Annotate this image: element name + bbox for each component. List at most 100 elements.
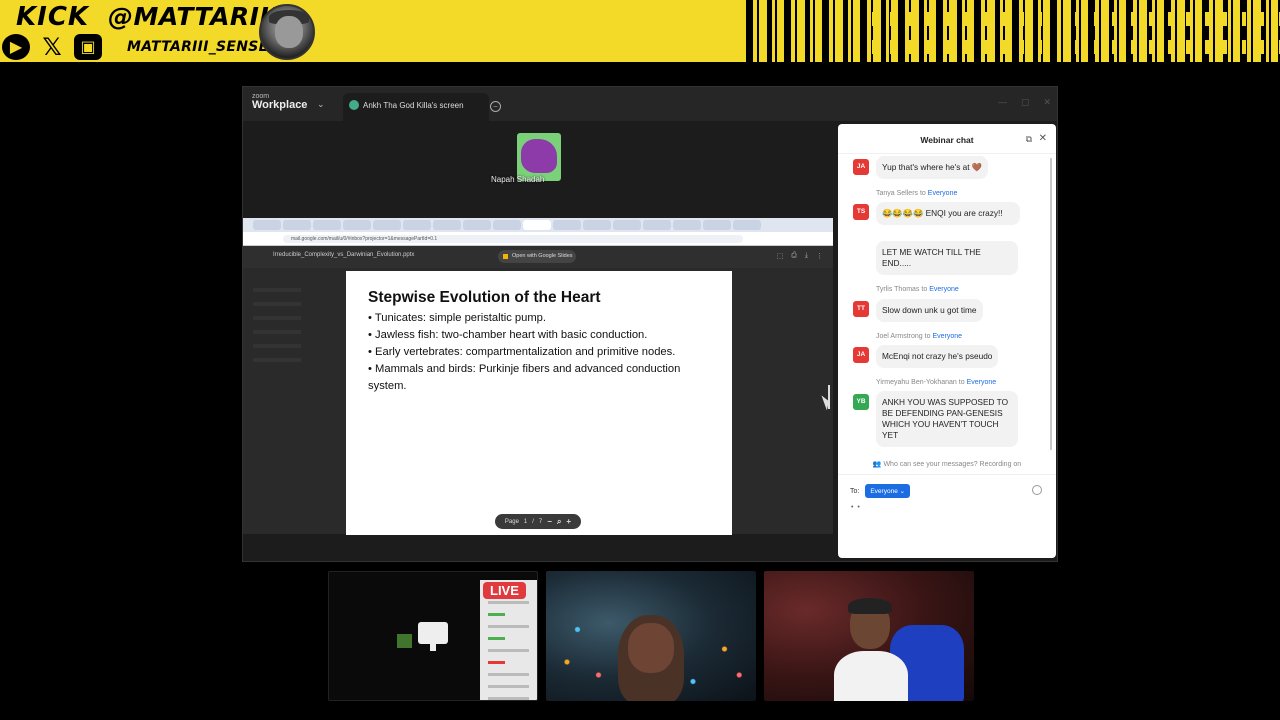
recipient: Everyone bbox=[966, 379, 997, 386]
x-icon: 𝕏 bbox=[42, 33, 62, 61]
recipient-dropdown[interactable]: Everyone ⌄ bbox=[865, 484, 911, 498]
chevron-down-icon[interactable]: ⌄ bbox=[317, 99, 325, 110]
slide-title: Stepwise Evolution of the Heart bbox=[368, 289, 601, 306]
browser-tab[interactable] bbox=[343, 220, 371, 230]
video-tile-streamer[interactable] bbox=[764, 571, 974, 701]
file-name: Irreducible_Complexity_vs_Darwinian_Evol… bbox=[273, 252, 415, 258]
message-text: 😂😂😂😂 ENQI you are crazy!! bbox=[876, 202, 1020, 225]
cap bbox=[848, 598, 892, 614]
social-icons: ▶ 𝕏 ▣ bbox=[2, 33, 102, 61]
download-icon[interactable]: ⤓ bbox=[805, 252, 808, 260]
chat-header: Webinar chat ⧉ ✕ bbox=[838, 124, 1056, 154]
slide-bullet: • Jawless fish: two-chamber heart with b… bbox=[368, 329, 648, 341]
browser-tab-strip bbox=[243, 218, 833, 232]
page-current[interactable]: 1 bbox=[524, 519, 527, 525]
browser-tab[interactable] bbox=[553, 220, 581, 230]
browser-tab[interactable] bbox=[463, 220, 491, 230]
page-navigator: Page 1 / 7 − ⌕ + bbox=[495, 514, 581, 529]
stream-banner: KICK @MATTARIII ▶ 𝕏 ▣ MATTARIII_SENSEI bbox=[0, 0, 1280, 62]
page-total: 7 bbox=[538, 518, 543, 525]
url-text: mail.google.com/mail/u/0/#inbox?projecto… bbox=[291, 236, 438, 242]
minimize-icon[interactable]: — bbox=[998, 97, 1007, 108]
participant-head bbox=[628, 623, 674, 673]
emoji-icon[interactable] bbox=[1032, 485, 1042, 495]
message-meta: Tanya Sellers to Everyone bbox=[876, 190, 957, 197]
browser-tab[interactable] bbox=[253, 220, 281, 230]
shared-browser: mail.google.com/mail/u/0/#inbox?projecto… bbox=[243, 218, 833, 535]
people-icon: 👥 bbox=[872, 461, 882, 468]
video-tile-screen-share[interactable]: LIVE bbox=[328, 571, 538, 701]
avatar: JA bbox=[853, 159, 869, 175]
browser-tab-active[interactable] bbox=[523, 220, 551, 230]
close-icon[interactable]: ✕ bbox=[1039, 133, 1047, 144]
participant-body bbox=[834, 651, 908, 701]
browser-tab[interactable] bbox=[313, 220, 341, 230]
active-speaker-thumbnail[interactable] bbox=[517, 133, 561, 181]
browser-tab[interactable] bbox=[673, 220, 701, 230]
browser-tab[interactable] bbox=[643, 220, 671, 230]
twitch-icon: ▣ bbox=[74, 34, 102, 60]
add-to-drive-icon[interactable]: ⬚ bbox=[777, 252, 784, 260]
recipient: Everyone bbox=[932, 333, 963, 340]
avatar: JA bbox=[853, 347, 869, 363]
browser-tab[interactable] bbox=[283, 220, 311, 230]
maximize-icon[interactable]: ▢ bbox=[1021, 97, 1030, 108]
barcode-decoration bbox=[746, 0, 1280, 62]
recipient: Everyone bbox=[929, 286, 959, 293]
browser-tab[interactable] bbox=[613, 220, 641, 230]
message-text: Slow down unk u got time bbox=[876, 299, 983, 322]
presentation-slide: Stepwise Evolution of the Heart • Tunica… bbox=[346, 271, 732, 535]
background-page-ghost bbox=[253, 278, 333, 498]
print-icon[interactable]: ⎙ bbox=[791, 252, 797, 260]
close-icon[interactable]: ✕ bbox=[1043, 97, 1051, 108]
video-tile-participant[interactable] bbox=[546, 571, 756, 701]
browser-tab[interactable] bbox=[493, 220, 521, 230]
magnifier-icon[interactable]: ⌕ bbox=[557, 517, 561, 527]
open-with-button[interactable]: Open with Google Slides bbox=[498, 250, 576, 263]
window-controls: — ▢ ✕ bbox=[998, 97, 1051, 108]
popout-icon[interactable]: ⧉ bbox=[1026, 134, 1032, 145]
stream-overlay: KICK @MATTARIII ▶ 𝕏 ▣ MATTARIII_SENSEI z… bbox=[0, 0, 1280, 720]
speaker-name: Napah Shadah bbox=[491, 175, 545, 184]
zoom-in-icon[interactable]: + bbox=[566, 517, 571, 526]
tab-label: Ankh Tha God Killa's screen bbox=[363, 101, 464, 110]
slide-bullet: • Early vertebrates: compartmentalizatio… bbox=[368, 346, 676, 358]
slide-bullet: • Mammals and birds: Purkinje fibers and… bbox=[368, 363, 681, 392]
avatar: TT bbox=[853, 301, 869, 317]
sender-name: Joel Armstrong bbox=[876, 333, 923, 340]
chat-scrollbar[interactable] bbox=[1050, 158, 1052, 450]
sender-name: Yirmeyahu Ben-Yokhanan bbox=[876, 379, 957, 386]
platform-logo: KICK bbox=[16, 2, 90, 32]
avatar: TS bbox=[853, 204, 869, 220]
message-text: ANKH YOU WAS SUPPOSED TO BE DEFENDING PA… bbox=[876, 391, 1018, 447]
stop-share-icon[interactable]: − bbox=[490, 101, 501, 112]
viewer-tools: ⬚ ⎙ ⤓ ⋮ bbox=[777, 252, 823, 260]
file-viewer-toolbar: Irreducible_Complexity_vs_Darwinian_Evol… bbox=[243, 246, 833, 268]
sender-name: Tanya Sellers bbox=[876, 190, 919, 197]
zoom-out-icon[interactable]: − bbox=[547, 517, 552, 526]
avatar: YB bbox=[853, 394, 869, 410]
zoom-titlebar: zoom Workplace ⌄ Ankh Tha God Killa's sc… bbox=[243, 87, 1057, 121]
more-icon[interactable]: ⋮ bbox=[816, 252, 823, 260]
browser-tab[interactable] bbox=[733, 220, 761, 230]
screen-share-icon bbox=[349, 100, 359, 110]
address-bar[interactable]: mail.google.com/mail/u/0/#inbox?projecto… bbox=[243, 232, 833, 246]
browser-tab[interactable] bbox=[373, 220, 401, 230]
message-text: LET ME WATCH TILL THE END..... bbox=[876, 241, 1018, 275]
tab-shared-screen[interactable]: Ankh Tha God Killa's screen − bbox=[343, 93, 501, 121]
divider bbox=[838, 474, 1056, 475]
page-label: Page bbox=[504, 518, 519, 525]
message-meta: Tyrlis Thomas to Everyone bbox=[876, 286, 959, 293]
browser-tab[interactable] bbox=[433, 220, 461, 230]
privacy-note[interactable]: 👥 Who can see your messages? Recording o… bbox=[838, 460, 1056, 468]
message-text: Yup that's where he's at 🤎 bbox=[876, 156, 989, 179]
streamer-avatar bbox=[259, 4, 315, 60]
chat-title: Webinar chat bbox=[920, 135, 974, 145]
thumbnail bbox=[397, 634, 412, 648]
browser-tab[interactable] bbox=[703, 220, 731, 230]
slide-bullet: • Tunicates: simple peristaltic pump. bbox=[368, 312, 547, 324]
browser-tab[interactable] bbox=[583, 220, 611, 230]
browser-tab[interactable] bbox=[403, 220, 431, 230]
webinar-chat-panel: Webinar chat ⧉ ✕ JA Yup that's where he'… bbox=[838, 124, 1056, 558]
message-input[interactable]: • • bbox=[851, 504, 861, 511]
